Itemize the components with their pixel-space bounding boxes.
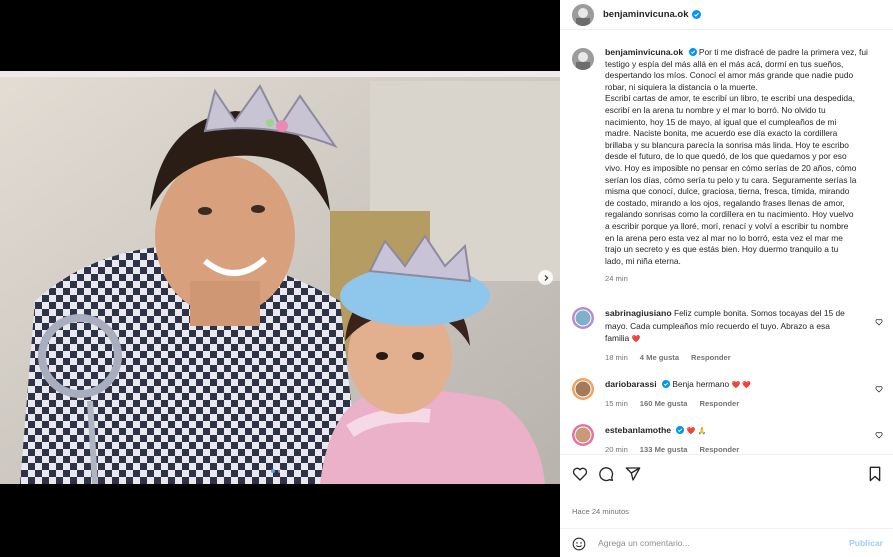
comment-likes[interactable]: 4 Me gusta (640, 352, 679, 365)
comment-body: estebanlamothe ❤️ 🙏 20 min 133 Me gusta … (605, 424, 877, 456)
comment-input[interactable] (598, 538, 818, 548)
post-media-area (0, 0, 560, 557)
caption-line: lado, mi niña eterna. (605, 255, 681, 266)
comment-item: dariobarassi Benja hermano ❤️ ❤️ 15 min … (572, 378, 890, 410)
commenter-avatar[interactable] (572, 378, 594, 400)
author-avatar-image (572, 3, 594, 26)
comment-like-heart-icon[interactable] (875, 385, 883, 393)
post-action-bar (560, 454, 893, 494)
caption-line: de costado, mirando a los ojos, regaland… (605, 197, 845, 208)
comment-item: estebanlamothe ❤️ 🙏 20 min 133 Me gusta … (572, 424, 890, 456)
caption-author-avatar[interactable] (572, 48, 594, 70)
comment-body: dariobarassi Benja hermano ❤️ ❤️ 15 min … (605, 378, 877, 410)
comment-reply-button[interactable]: Responder (691, 352, 731, 365)
caption-line: a escribir porque ya lloré, morí, renací… (605, 220, 849, 231)
comment-reply-button[interactable]: Responder (700, 398, 740, 411)
caption-line: trajo un secreto y es que estás bien. Ho… (605, 244, 839, 255)
caption-line: Por ti me disfracé de padre la primera v… (698, 47, 868, 57)
comment-meta: 15 min 160 Me gusta Responder (605, 398, 877, 411)
commenter-avatar[interactable] (572, 307, 594, 329)
comment-body: sabrinagiusiano Feliz cumple bonita. Som… (605, 307, 877, 364)
carousel-dot-2 (278, 469, 282, 473)
comment-emoji: ❤️ 🙏 (686, 428, 707, 435)
post-photo (0, 71, 560, 484)
caption-timestamp: 24 min (605, 274, 628, 284)
heart-icon[interactable] (572, 466, 588, 482)
comment-text-line: Benja hermano (672, 379, 730, 389)
author-avatar[interactable] (572, 3, 594, 26)
photo-illustration (0, 71, 560, 484)
commenter-avatar[interactable] (572, 424, 594, 446)
verified-badge-icon (662, 380, 670, 388)
author-username[interactable]: benjaminvicuna.ok (603, 9, 689, 20)
chevron-right-icon (544, 274, 548, 281)
caption-line: nacimiento, hoy 15 de mayo, al igual que… (605, 116, 837, 127)
caption-line: Escribí cartas de amor, te escribí un li… (605, 93, 855, 104)
commenter-username[interactable]: dariobarassi (605, 379, 657, 389)
instagram-post-modal: benjaminvicuna.ok benjaminvicuna.ok Por … (0, 0, 893, 557)
commenter-avatar-image (572, 307, 594, 329)
carousel-next-button[interactable] (538, 270, 553, 285)
comment-emoji: ❤️ (631, 336, 641, 343)
comment-item: sabrinagiusiano Feliz cumple bonita. Som… (572, 307, 890, 364)
comment-text-line: Feliz cumple bonita. Somos tocayas del 1… (673, 308, 845, 318)
caption-line: madre. Naciste bonita, me acuerdo ese dí… (605, 128, 838, 139)
caption-line: regalando sonrisas como la cordillera en… (605, 209, 854, 220)
carousel-dot-1 (271, 469, 275, 473)
add-comment-bar: Publicar (560, 528, 893, 557)
caption-text: benjaminvicuna.ok Por ti me disfracé de … (605, 47, 868, 285)
caption-line: en la arena pero esta vez al mar no lo b… (605, 232, 843, 243)
comment-time: 15 min (605, 398, 628, 408)
caption-username[interactable]: benjaminvicuna.ok (605, 47, 683, 57)
comment-like-heart-icon[interactable] (875, 318, 883, 326)
caption-avatar-image (572, 48, 594, 70)
caption-line: desde el futuro, de lo que quedó, de los… (605, 151, 847, 162)
post-caption: benjaminvicuna.ok Por ti me disfracé de … (572, 47, 886, 285)
commenter-username[interactable]: estebanlamothe (605, 425, 671, 435)
comment-icon[interactable] (598, 466, 614, 482)
publish-comment-button[interactable]: Publicar (849, 538, 883, 548)
comment-likes[interactable]: 160 Me gusta (640, 398, 688, 411)
caption-line: robar, ni siquiera la distancia o la mue… (605, 81, 758, 92)
caption-line: escribí en la arena tu nombre y el mar l… (605, 104, 826, 115)
carousel-indicator (271, 469, 282, 473)
caption-line: vivo. Hoy es imposible no pensar en cómo… (605, 162, 857, 173)
caption-line: brillaba y su blancura parecía la sonris… (605, 139, 849, 150)
post-header: benjaminvicuna.ok (560, 0, 893, 30)
comment-meta: 18 min 4 Me gusta Responder (605, 352, 877, 365)
post-side-panel: benjaminvicuna.ok benjaminvicuna.ok Por … (560, 0, 893, 557)
commenter-avatar-image (572, 424, 594, 446)
emoji-icon[interactable] (572, 537, 586, 551)
share-icon[interactable] (625, 466, 641, 482)
caption-line: despertando los míos. Conocí el amor más… (605, 70, 854, 81)
commenter-username[interactable]: sabrinagiusiano (605, 308, 672, 318)
comment-emoji: ❤️ ❤️ (731, 382, 751, 389)
caption-line: serían los días, cómo sería tu pelo y tu… (605, 174, 857, 185)
verified-badge-icon (691, 10, 701, 19)
bookmark-icon[interactable] (868, 466, 882, 482)
comment-text-line: mayo. Cada cumpleaños mío recuerdo el tu… (605, 320, 830, 331)
comment-like-heart-icon[interactable] (875, 431, 883, 439)
post-time-ago: Hace 24 minutos (572, 507, 629, 516)
caption-line: misma que conocí, dulce, graciosa, tiern… (605, 186, 850, 197)
verified-badge-icon (688, 48, 697, 56)
verified-badge-icon (676, 426, 685, 434)
commenter-avatar-image (572, 378, 594, 400)
caption-line: testigo y espía del más allá en el más a… (605, 58, 844, 69)
comment-time: 18 min (605, 352, 628, 362)
comment-text-line: familia (605, 333, 630, 343)
